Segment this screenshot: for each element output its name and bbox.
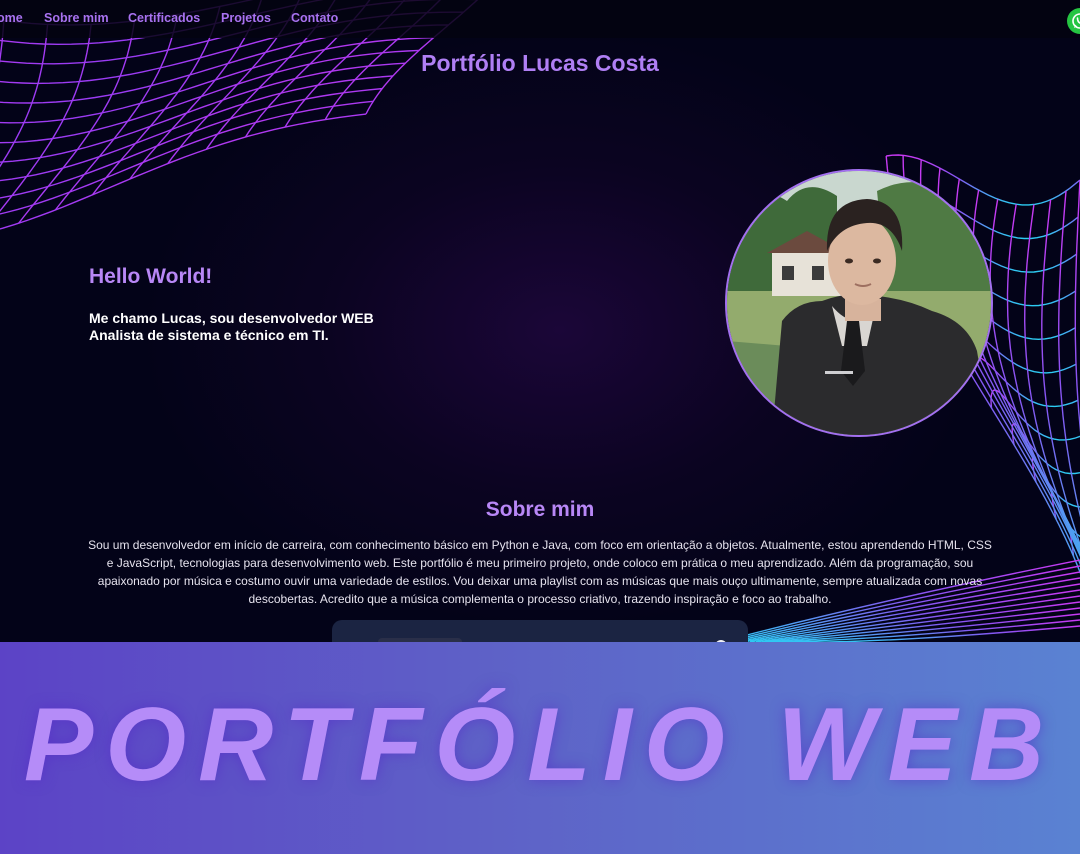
nav-link-certificados[interactable]: Certificados bbox=[128, 11, 200, 25]
profile-photo bbox=[725, 169, 993, 437]
wave-line bbox=[0, 100, 374, 215]
banner-title: PORTFÓLIO WEB bbox=[23, 687, 1057, 803]
hero-intro: Me chamo Lucas, sou desenvolvedor WEB An… bbox=[89, 310, 374, 344]
nav-link-projetos[interactable]: Projetos bbox=[221, 11, 271, 25]
profile-photo-illustration bbox=[727, 171, 991, 435]
page-title: Portfólio Lucas Costa bbox=[421, 50, 659, 76]
wave-line bbox=[0, 87, 383, 199]
hero-intro-line-2: Analista de sistema e técnico em TI. bbox=[89, 327, 329, 343]
about-title: Sobre mim bbox=[485, 498, 595, 521]
navbar: Home Sobre mim Certificados Projetos Con… bbox=[0, 0, 1080, 38]
whatsapp-icon[interactable] bbox=[1067, 8, 1080, 34]
screenshot-stage: Home Sobre mim Certificados Projetos Con… bbox=[0, 0, 1080, 854]
nav-link-contato[interactable]: Contato bbox=[291, 11, 338, 25]
playlist-player[interactable] bbox=[332, 620, 748, 642]
wave-line bbox=[0, 62, 406, 163]
hero-greeting: Hello World! bbox=[89, 265, 213, 288]
nav-link-sobre-mim[interactable]: Sobre mim bbox=[44, 11, 109, 25]
about-text: Sou um desenvolvedor em início de carrei… bbox=[88, 538, 992, 606]
portfolio-website: Home Sobre mim Certificados Projetos Con… bbox=[0, 0, 1080, 642]
nav-link-home[interactable]: Home bbox=[0, 11, 23, 25]
hero-intro-line-1: Me chamo Lucas, sou desenvolvedor WEB bbox=[89, 310, 374, 326]
wave-line bbox=[990, 389, 1080, 441]
whatsapp-glyph bbox=[1072, 13, 1080, 29]
